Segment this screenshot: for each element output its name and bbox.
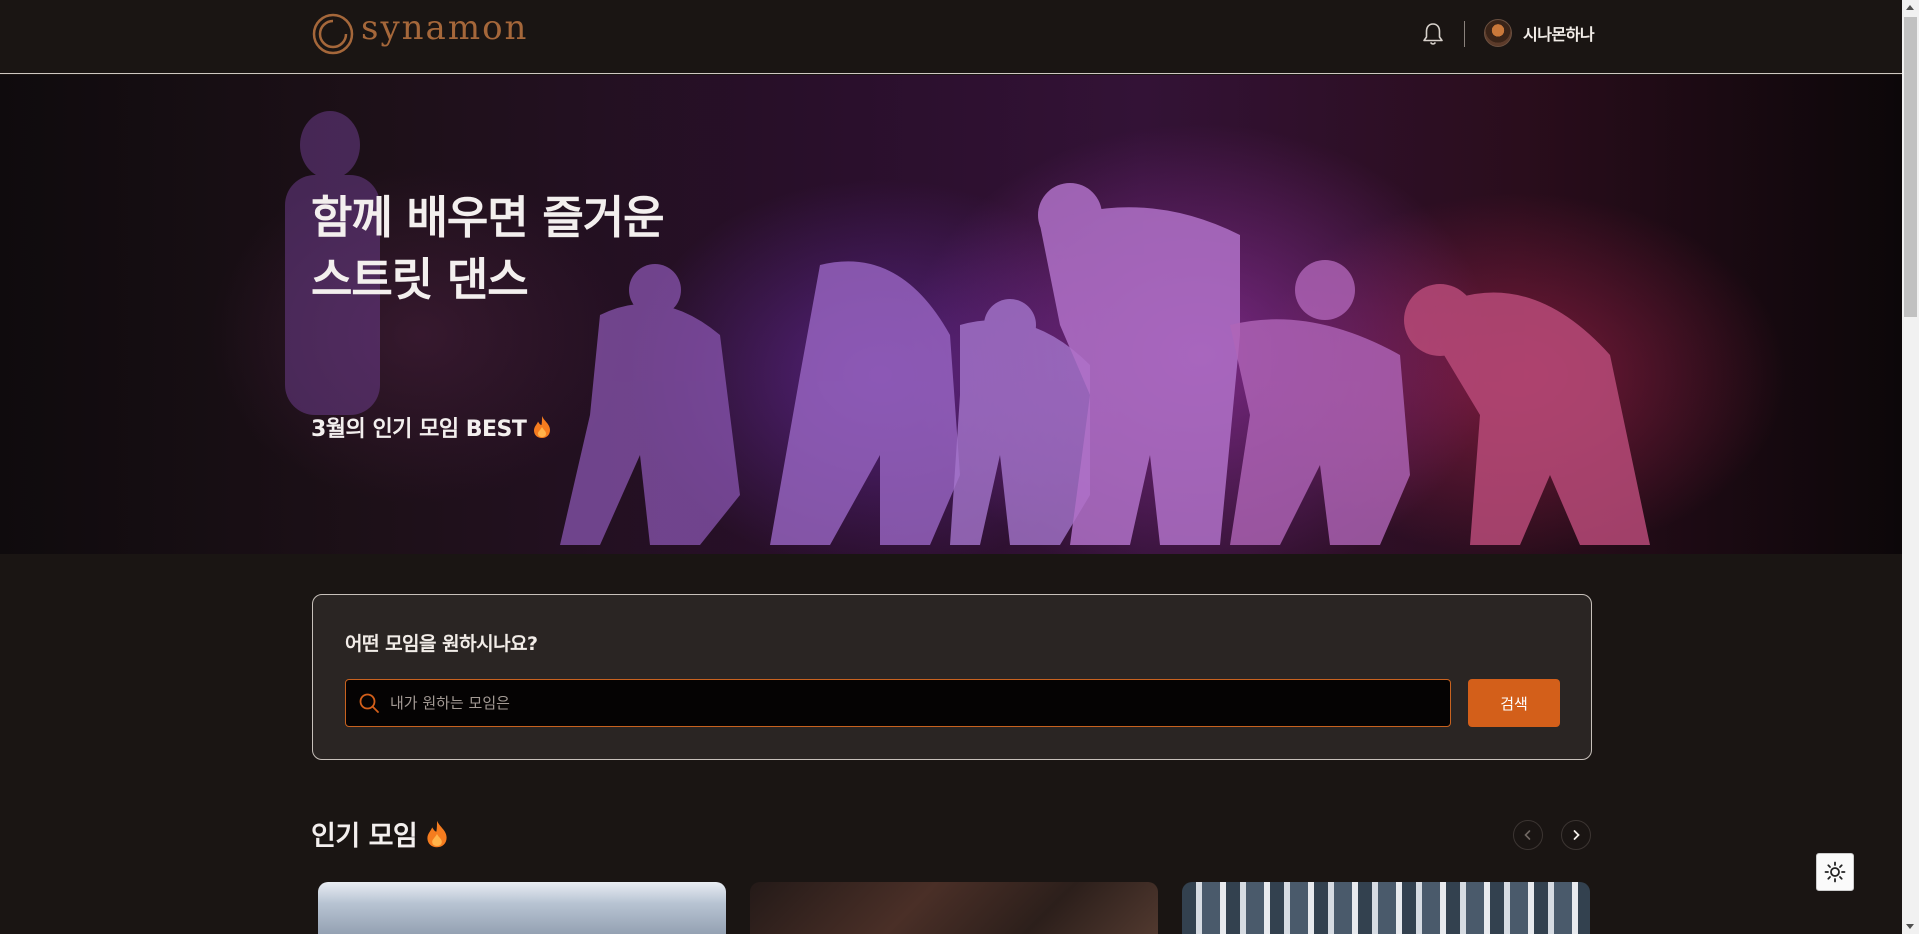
chevron-right-icon [1573,830,1580,840]
hero-title-line1: 함께 배우면 즐거운 [311,191,665,244]
popular-title-text: 인기 모임 [311,821,418,852]
meetup-card[interactable] [1182,882,1590,934]
logo[interactable]: synamon [311,8,529,56]
scroll-down-arrow-icon[interactable] [1906,924,1914,929]
search-input[interactable] [390,694,1450,712]
logo-text: synamon [361,8,529,48]
header-divider [1464,21,1465,47]
scroll-up-arrow-icon[interactable] [1906,5,1914,10]
dancers-photo [285,111,1650,545]
hero-subtitle: 3월의 인기 모임 BEST [311,411,552,443]
search-heading: 어떤 모임을 원하시나요? [345,633,538,655]
fire-icon [534,416,551,438]
sun-icon [1824,861,1846,883]
carousel-next-button[interactable] [1561,820,1591,850]
popular-section-title: 인기 모임 [311,814,449,853]
theme-toggle-button[interactable] [1816,853,1854,891]
hero-banner: 함께 배우면 즐거운 스트릿 댄스 3월의 인기 모임 BEST [0,75,1902,554]
hero-title-line2: 스트릿 댄스 [311,253,529,306]
hero-title: 함께 배우면 즐거운 스트릿 댄스 [311,187,665,311]
carousel-prev-button[interactable] [1513,820,1543,850]
hero-subtitle-text: 3월의 인기 모임 BEST [311,417,527,442]
user-name: 시나몬하나 [1523,25,1595,44]
bell-icon[interactable] [1419,20,1447,48]
search-card: 어떤 모임을 원하시나요? 검색 [312,594,1592,760]
meetup-card[interactable] [750,882,1158,934]
scroll-thumb[interactable] [1904,17,1917,317]
search-icon [359,693,379,713]
search-button[interactable]: 검색 [1468,679,1560,727]
chevron-left-icon [1524,830,1531,840]
top-header: synamon 시나몬하나 [0,0,1902,74]
logo-mark-icon [312,13,354,55]
search-field[interactable] [345,679,1451,727]
meetup-card[interactable] [318,882,726,934]
page-scrollbar[interactable] [1902,0,1919,934]
fire-icon [427,820,447,847]
avatar [1484,19,1512,47]
user-menu[interactable]: 시나몬하나 [1484,19,1595,47]
